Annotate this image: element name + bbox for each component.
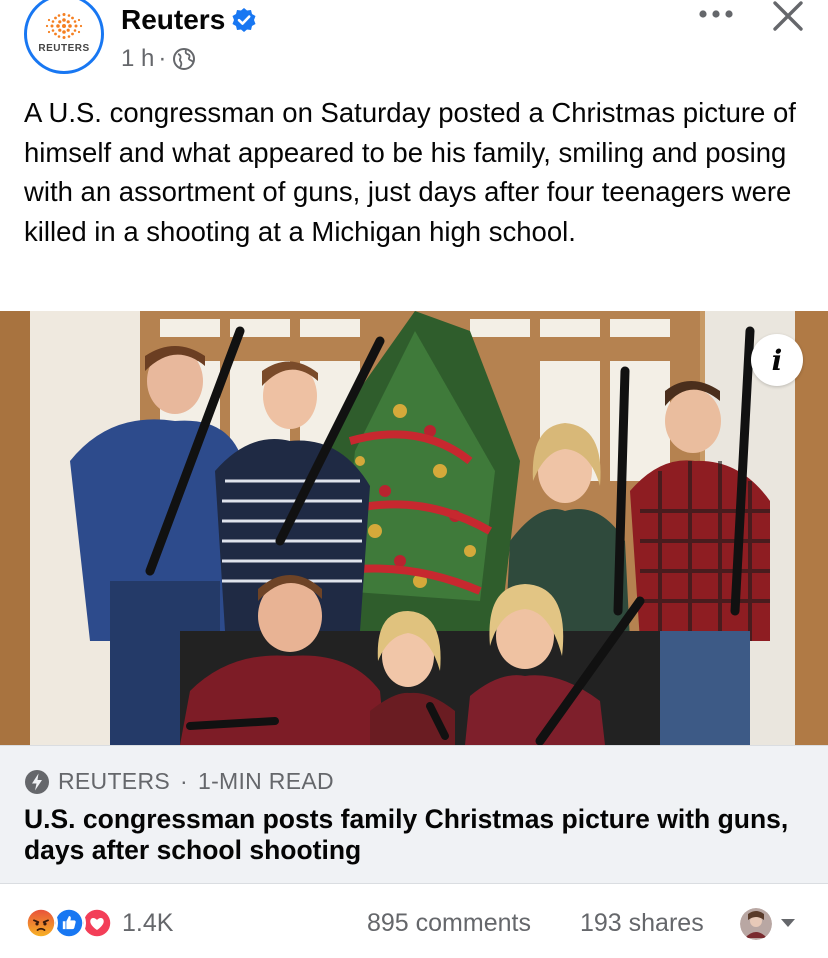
- reuters-logo-icon: [45, 12, 83, 39]
- link-source-row: REUTERS · 1-MIN READ: [24, 768, 334, 795]
- reactions-summary[interactable]: 1.4K: [24, 906, 173, 940]
- verified-badge-icon: [232, 8, 256, 32]
- avatar-label: REUTERS: [38, 42, 90, 54]
- link-read-time: 1-MIN READ: [197, 768, 334, 794]
- post-photo[interactable]: [0, 311, 828, 745]
- close-button[interactable]: [766, 0, 810, 34]
- link-preview-card[interactable]: REUTERS · 1-MIN READ U.S. congressman po…: [0, 745, 828, 884]
- link-headline[interactable]: U.S. congressman posts family Christmas …: [24, 804, 804, 866]
- page-name[interactable]: Reuters: [121, 3, 225, 37]
- more-options-button[interactable]: [694, 2, 738, 26]
- globe-icon: [173, 48, 196, 70]
- angry-reaction-icon: [24, 906, 58, 940]
- page-avatar[interactable]: REUTERS: [24, 0, 104, 74]
- photo-info-button[interactable]: i: [751, 334, 803, 386]
- post-text: A U.S. congressman on Saturday posted a …: [24, 97, 796, 247]
- info-icon: i: [771, 343, 783, 377]
- reaction-count: 1.4K: [122, 908, 174, 937]
- user-avatar-icon: [740, 908, 772, 940]
- instant-article-bolt-icon: [25, 769, 49, 794]
- shares-count[interactable]: 193 shares: [580, 909, 704, 938]
- close-icon: [773, 1, 803, 31]
- family-christmas-photo: [0, 311, 828, 745]
- post-meta: 1 h ·: [121, 44, 196, 74]
- chevron-down-icon[interactable]: [778, 916, 798, 930]
- post-time[interactable]: 1 h: [121, 44, 154, 74]
- comments-count[interactable]: 895 comments: [367, 909, 531, 938]
- more-options-icon: [699, 10, 733, 18]
- page-name-row: Reuters: [121, 3, 257, 37]
- post-header: REUTERS Reuters 1 h ·: [0, 0, 828, 80]
- meta-separator: ·: [158, 45, 167, 72]
- link-separator: ·: [180, 768, 188, 794]
- viewer-avatar[interactable]: [740, 908, 772, 940]
- post-footer: 1.4K 895 comments 193 shares: [0, 896, 828, 952]
- link-source: REUTERS: [58, 768, 171, 794]
